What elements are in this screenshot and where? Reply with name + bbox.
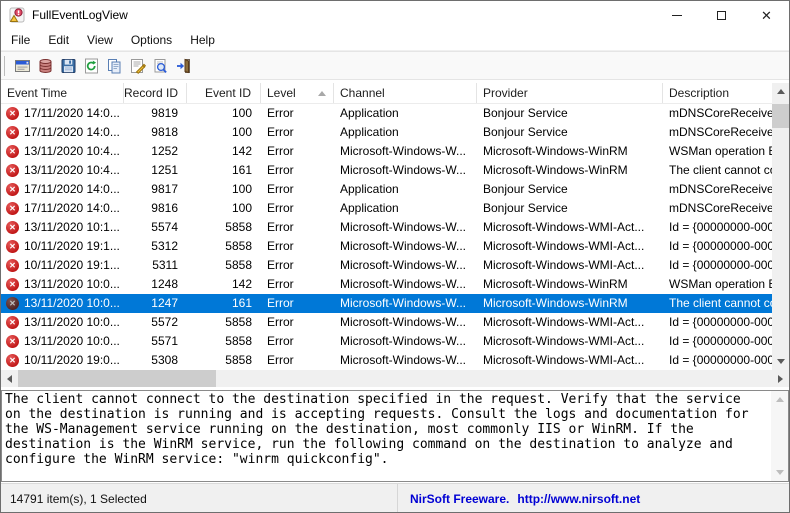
error-icon: ✕ bbox=[6, 202, 19, 215]
error-icon: ✕ bbox=[6, 221, 19, 234]
column-header-level[interactable]: Level bbox=[261, 83, 334, 103]
vertical-scrollbar-thumb[interactable] bbox=[772, 104, 789, 128]
arrow-right-icon bbox=[778, 375, 783, 383]
exit-button[interactable] bbox=[172, 54, 195, 78]
description-text: The client cannot connect to the destina… bbox=[5, 392, 755, 467]
table-row[interactable]: ✕17/11/2020 14:0... 9816 100 Error Appli… bbox=[1, 199, 774, 218]
find-icon bbox=[152, 58, 169, 74]
error-icon: ✕ bbox=[6, 278, 19, 291]
error-icon: ✕ bbox=[6, 316, 19, 329]
column-header-event-id[interactable]: Event ID bbox=[187, 83, 261, 103]
error-icon: ✕ bbox=[6, 183, 19, 196]
properties-icon bbox=[129, 58, 146, 74]
refresh-button[interactable] bbox=[80, 54, 103, 78]
list-rows: ✕17/11/2020 14:0... 9819 100 Error Appli… bbox=[1, 104, 789, 370]
list-header: Event Time Record ID Event ID Level Chan… bbox=[1, 83, 774, 104]
column-header-description[interactable]: Description bbox=[663, 83, 774, 103]
freeware-label: NirSoft Freeware. bbox=[410, 492, 509, 506]
table-row[interactable]: ✕10/11/2020 19:0... 5308 5858 Error Micr… bbox=[1, 351, 774, 370]
table-row[interactable]: ✕13/11/2020 10:1... 5574 5858 Error Micr… bbox=[1, 218, 774, 237]
column-header-record-id[interactable]: Record ID bbox=[124, 83, 187, 103]
error-icon: ✕ bbox=[6, 259, 19, 272]
description-scrollbar[interactable] bbox=[771, 391, 788, 481]
sort-ascending-icon bbox=[318, 91, 326, 96]
column-header-event-time[interactable]: Event Time bbox=[1, 83, 124, 103]
database-button[interactable] bbox=[34, 54, 57, 78]
save-icon bbox=[60, 58, 77, 74]
choose-data-source-icon bbox=[14, 58, 31, 74]
column-header-channel[interactable]: Channel bbox=[334, 83, 477, 103]
event-list: Event Time Record ID Event ID Level Chan… bbox=[1, 83, 789, 387]
table-row[interactable]: ✕13/11/2020 10:4... 1252 142 Error Micro… bbox=[1, 142, 774, 161]
arrow-left-icon bbox=[7, 375, 12, 383]
error-icon: ✕ bbox=[6, 297, 19, 310]
menu-view[interactable]: View bbox=[78, 30, 122, 50]
error-icon: ✕ bbox=[6, 354, 19, 367]
arrow-up-icon bbox=[776, 397, 784, 402]
table-row[interactable]: ✕17/11/2020 14:0... 9818 100 Error Appli… bbox=[1, 123, 774, 142]
properties-button[interactable] bbox=[126, 54, 149, 78]
description-pane: The client cannot connect to the destina… bbox=[1, 390, 789, 482]
error-icon: ✕ bbox=[6, 335, 19, 348]
maximize-icon bbox=[717, 11, 726, 20]
copy-icon bbox=[106, 58, 123, 74]
arrow-down-icon bbox=[776, 470, 784, 475]
horizontal-scrollbar-thumb[interactable] bbox=[18, 370, 216, 387]
menu-help[interactable]: Help bbox=[181, 30, 224, 50]
scroll-right-button[interactable] bbox=[772, 370, 789, 387]
column-header-provider[interactable]: Provider bbox=[477, 83, 663, 103]
branding-panel: NirSoft Freeware. http://www.nirsoft.net bbox=[397, 484, 789, 513]
choose-data-source-button[interactable] bbox=[11, 54, 34, 78]
error-icon: ✕ bbox=[6, 107, 19, 120]
table-row[interactable]: ✕17/11/2020 14:0... 9819 100 Error Appli… bbox=[1, 104, 774, 123]
database-icon bbox=[37, 58, 54, 74]
exit-icon bbox=[175, 58, 192, 74]
close-button[interactable]: ✕ bbox=[744, 1, 789, 29]
error-icon: ✕ bbox=[6, 126, 19, 139]
minimize-icon bbox=[672, 15, 682, 16]
find-button[interactable] bbox=[149, 54, 172, 78]
toolbar-gripper bbox=[4, 56, 5, 76]
menu-bar: File Edit View Options Help bbox=[1, 29, 789, 51]
vertical-scrollbar[interactable] bbox=[772, 83, 789, 370]
column-header-level-label: Level bbox=[267, 83, 296, 103]
window-title: FullEventLogView bbox=[32, 8, 128, 22]
table-row[interactable]: ✕17/11/2020 14:0... 9817 100 Error Appli… bbox=[1, 180, 774, 199]
scroll-down-button[interactable] bbox=[772, 353, 789, 370]
arrow-down-icon bbox=[777, 359, 785, 364]
table-row[interactable]: ✕13/11/2020 10:0... 5571 5858 Error Micr… bbox=[1, 332, 774, 351]
title-bar: FullEventLogView ✕ bbox=[1, 1, 789, 29]
maximize-button[interactable] bbox=[699, 1, 744, 29]
nirsoft-link[interactable]: http://www.nirsoft.net bbox=[517, 492, 640, 506]
scroll-up-button[interactable] bbox=[772, 83, 789, 100]
table-row[interactable]: ✕13/11/2020 10:4... 1251 161 Error Micro… bbox=[1, 161, 774, 180]
table-row[interactable]: ✕13/11/2020 10:0... 1247 161 Error Micro… bbox=[1, 294, 774, 313]
table-row[interactable]: ✕10/11/2020 19:1... 5312 5858 Error Micr… bbox=[1, 237, 774, 256]
horizontal-scrollbar[interactable] bbox=[1, 370, 789, 387]
menu-options[interactable]: Options bbox=[122, 30, 181, 50]
app-window: FullEventLogView ✕ File Edit View Option… bbox=[0, 0, 790, 513]
refresh-icon bbox=[83, 58, 100, 74]
status-bar: 14791 item(s), 1 Selected NirSoft Freewa… bbox=[1, 483, 789, 513]
error-icon: ✕ bbox=[6, 145, 19, 158]
arrow-up-icon bbox=[777, 89, 785, 94]
description-scroll-up-button[interactable] bbox=[771, 391, 788, 408]
description-scroll-down-button[interactable] bbox=[771, 464, 788, 481]
copy-button[interactable] bbox=[103, 54, 126, 78]
save-button[interactable] bbox=[57, 54, 80, 78]
table-row[interactable]: ✕10/11/2020 19:1... 5311 5858 Error Micr… bbox=[1, 256, 774, 275]
app-icon bbox=[9, 7, 25, 23]
error-icon: ✕ bbox=[6, 164, 19, 177]
table-row[interactable]: ✕13/11/2020 10:0... 5572 5858 Error Micr… bbox=[1, 313, 774, 332]
table-row[interactable]: ✕13/11/2020 10:0... 1248 142 Error Micro… bbox=[1, 275, 774, 294]
scroll-left-button[interactable] bbox=[1, 370, 18, 387]
menu-edit[interactable]: Edit bbox=[39, 30, 78, 50]
close-icon: ✕ bbox=[761, 9, 772, 22]
minimize-button[interactable] bbox=[654, 1, 699, 29]
toolbar bbox=[1, 51, 789, 80]
error-icon: ✕ bbox=[6, 240, 19, 253]
menu-file[interactable]: File bbox=[2, 30, 39, 50]
item-count-status: 14791 item(s), 1 Selected bbox=[1, 492, 397, 506]
